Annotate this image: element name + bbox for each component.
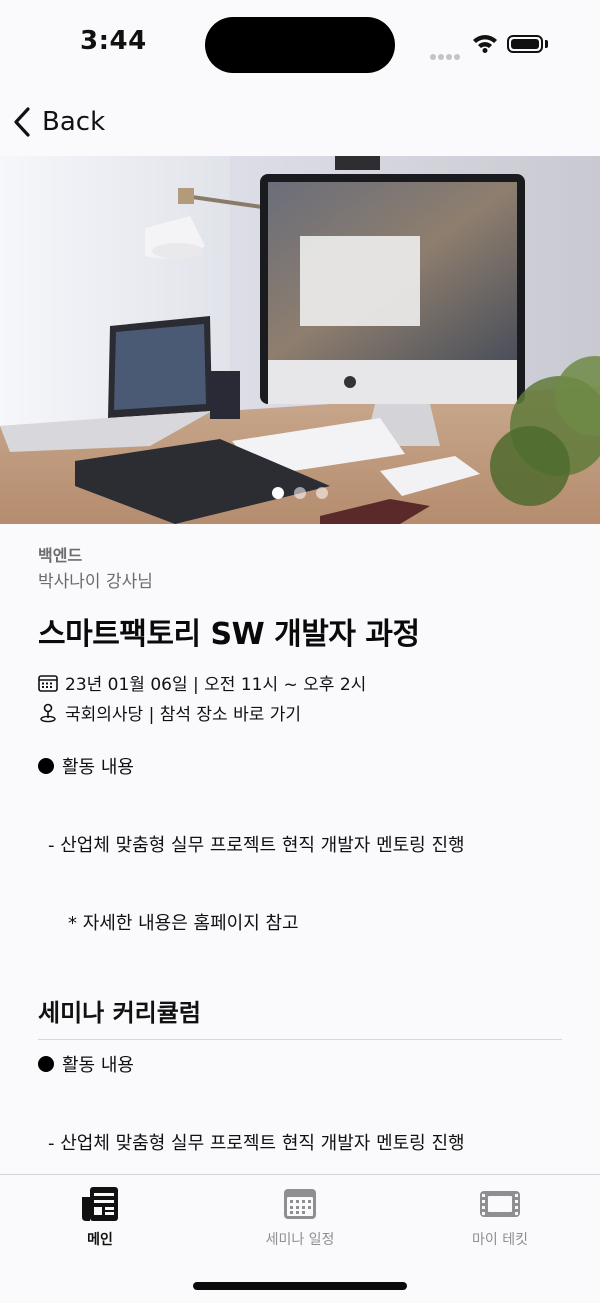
home-indicator[interactable] — [193, 1282, 407, 1290]
newspaper-icon — [82, 1187, 118, 1221]
hero-image-carousel[interactable] — [0, 156, 600, 524]
curriculum-title: 세미나 커리큘럼 — [38, 999, 201, 1027]
instructor-label: 박사나이 강사님 — [38, 572, 153, 592]
calendar-icon — [38, 674, 58, 692]
location-row[interactable]: 국회의사당 | 참석 장소 바로 가기 — [38, 700, 301, 725]
tab-seminar-schedule-label: 세미나 일정 — [265, 1232, 335, 1248]
seminar-title: 스마트팩토리 SW 개발자 과정 — [38, 617, 420, 652]
cellular-signal-icon — [430, 45, 462, 64]
wifi-icon — [472, 33, 498, 57]
carousel-page-indicator — [0, 487, 600, 499]
dynamic-island — [205, 17, 395, 73]
activity-item: - 산업체 맞춤형 실무 프로젝트 현직 개발자 멘토링 진행 — [48, 835, 465, 856]
status-time: 3:44 — [80, 26, 147, 56]
tab-my-ticket[interactable]: 마이 테킷 — [400, 1185, 600, 1249]
schedule-text: 23년 01월 06일 | 오전 11시 ~ 오후 2시 — [65, 675, 367, 695]
bullet-icon — [38, 1056, 54, 1072]
back-button[interactable]: Back — [12, 98, 105, 146]
curriculum-activity-item: - 산업체 맞춤형 실무 프로젝트 현직 개발자 멘토링 진행 — [48, 1133, 465, 1154]
category-label: 백엔드 — [38, 546, 83, 565]
carousel-dot-3[interactable] — [316, 487, 328, 499]
desk-workspace-image — [0, 156, 600, 524]
section-divider — [38, 1039, 562, 1040]
bullet-icon — [38, 758, 54, 774]
tab-main-label: 메인 — [87, 1232, 113, 1248]
activity-note: * 자세한 내용은 홈페이지 참고 — [68, 913, 299, 934]
tab-main[interactable]: 메인 — [0, 1185, 200, 1249]
calendar-icon — [284, 1189, 316, 1219]
status-bar: 3:44 — [0, 0, 600, 92]
location-pin-icon — [40, 703, 56, 722]
activity-heading-text: 활동 내용 — [62, 757, 134, 778]
back-label: Back — [42, 107, 106, 137]
tab-seminar-schedule[interactable]: 세미나 일정 — [200, 1185, 400, 1249]
carousel-dot-2[interactable] — [294, 487, 306, 499]
ticket-icon — [480, 1191, 520, 1217]
chevron-left-icon — [14, 107, 30, 137]
navigation-bar: Back — [0, 92, 600, 156]
tab-my-ticket-label: 마이 테킷 — [472, 1232, 528, 1248]
battery-tip — [545, 40, 548, 48]
curriculum-activity-heading: 활동 내용 — [38, 1051, 134, 1077]
curriculum-activity-heading-text: 활동 내용 — [62, 1055, 134, 1076]
location-link[interactable]: 국회의사당 | 참석 장소 바로 가기 — [65, 700, 301, 725]
schedule-row: 23년 01월 06일 | 오전 11시 ~ 오후 2시 — [38, 670, 366, 695]
battery-icon — [507, 35, 543, 53]
carousel-dot-1[interactable] — [272, 487, 284, 499]
activity-heading: 활동 내용 — [38, 753, 134, 779]
